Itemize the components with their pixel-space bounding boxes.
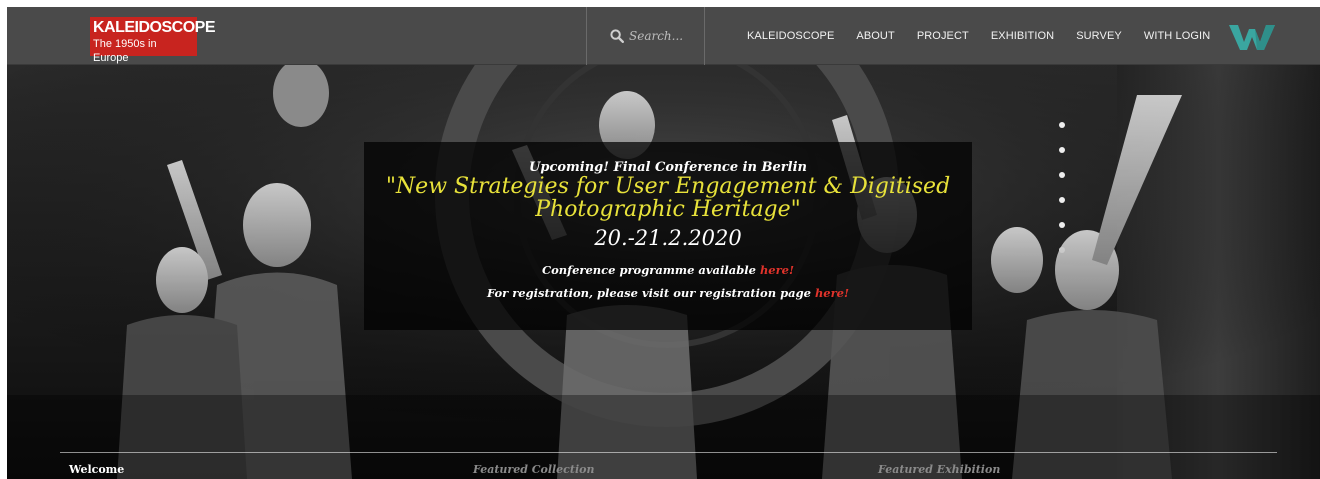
conference-announcement: Upcoming! Final Conference in Berlin "Ne… — [364, 142, 972, 330]
programme-line: Conference programme available here! — [364, 263, 972, 277]
nav-item-exhibition[interactable]: EXHIBITION — [991, 30, 1054, 42]
conference-title: "New Strategies for User Engagement & Di… — [385, 174, 951, 222]
tab-featured-exhibition[interactable]: Featured Exhibition — [878, 463, 1000, 476]
page-frame: KALEIDOSCOPE The 1950s in Europe KALEIDO… — [7, 7, 1320, 479]
search-icon[interactable] — [610, 29, 624, 43]
tab-featured-collection[interactable]: Featured Collection — [473, 463, 594, 476]
main-nav: KALEIDOSCOPE ABOUT PROJECT EXHIBITION SU… — [747, 7, 1232, 65]
programme-text: Conference programme available — [541, 263, 760, 277]
registration-link[interactable]: here! — [815, 286, 849, 300]
tab-welcome[interactable]: Welcome — [69, 463, 124, 476]
w-logo-icon[interactable] — [1229, 23, 1275, 51]
logo-subtitle: The 1950s in Europe — [93, 38, 157, 64]
site-header: KALEIDOSCOPE The 1950s in Europe KALEIDO… — [7, 7, 1320, 65]
nav-item-with-login[interactable]: WITH LOGIN — [1144, 30, 1210, 42]
logo-title: KALEIDOSCOPE — [93, 19, 216, 36]
programme-link[interactable]: here! — [760, 263, 794, 277]
search-input[interactable] — [629, 29, 699, 43]
nav-item-survey[interactable]: SURVEY — [1076, 30, 1122, 42]
hero-banner: Upcoming! Final Conference in Berlin "Ne… — [7, 65, 1320, 479]
search-box[interactable] — [586, 7, 705, 65]
nav-item-about[interactable]: ABOUT — [856, 30, 894, 42]
nav-item-project[interactable]: PROJECT — [917, 30, 969, 42]
site-logo[interactable]: KALEIDOSCOPE The 1950s in Europe — [90, 17, 216, 64]
registration-line: For registration, please visit our regis… — [364, 286, 972, 300]
registration-text: For registration, please visit our regis… — [486, 286, 815, 300]
nav-item-kaleidoscope[interactable]: KALEIDOSCOPE — [747, 30, 834, 42]
conference-date: 20.-21.2.2020 — [594, 226, 742, 250]
tabs-divider — [60, 452, 1277, 453]
announcement-heading: Upcoming! Final Conference in Berlin — [529, 160, 807, 175]
